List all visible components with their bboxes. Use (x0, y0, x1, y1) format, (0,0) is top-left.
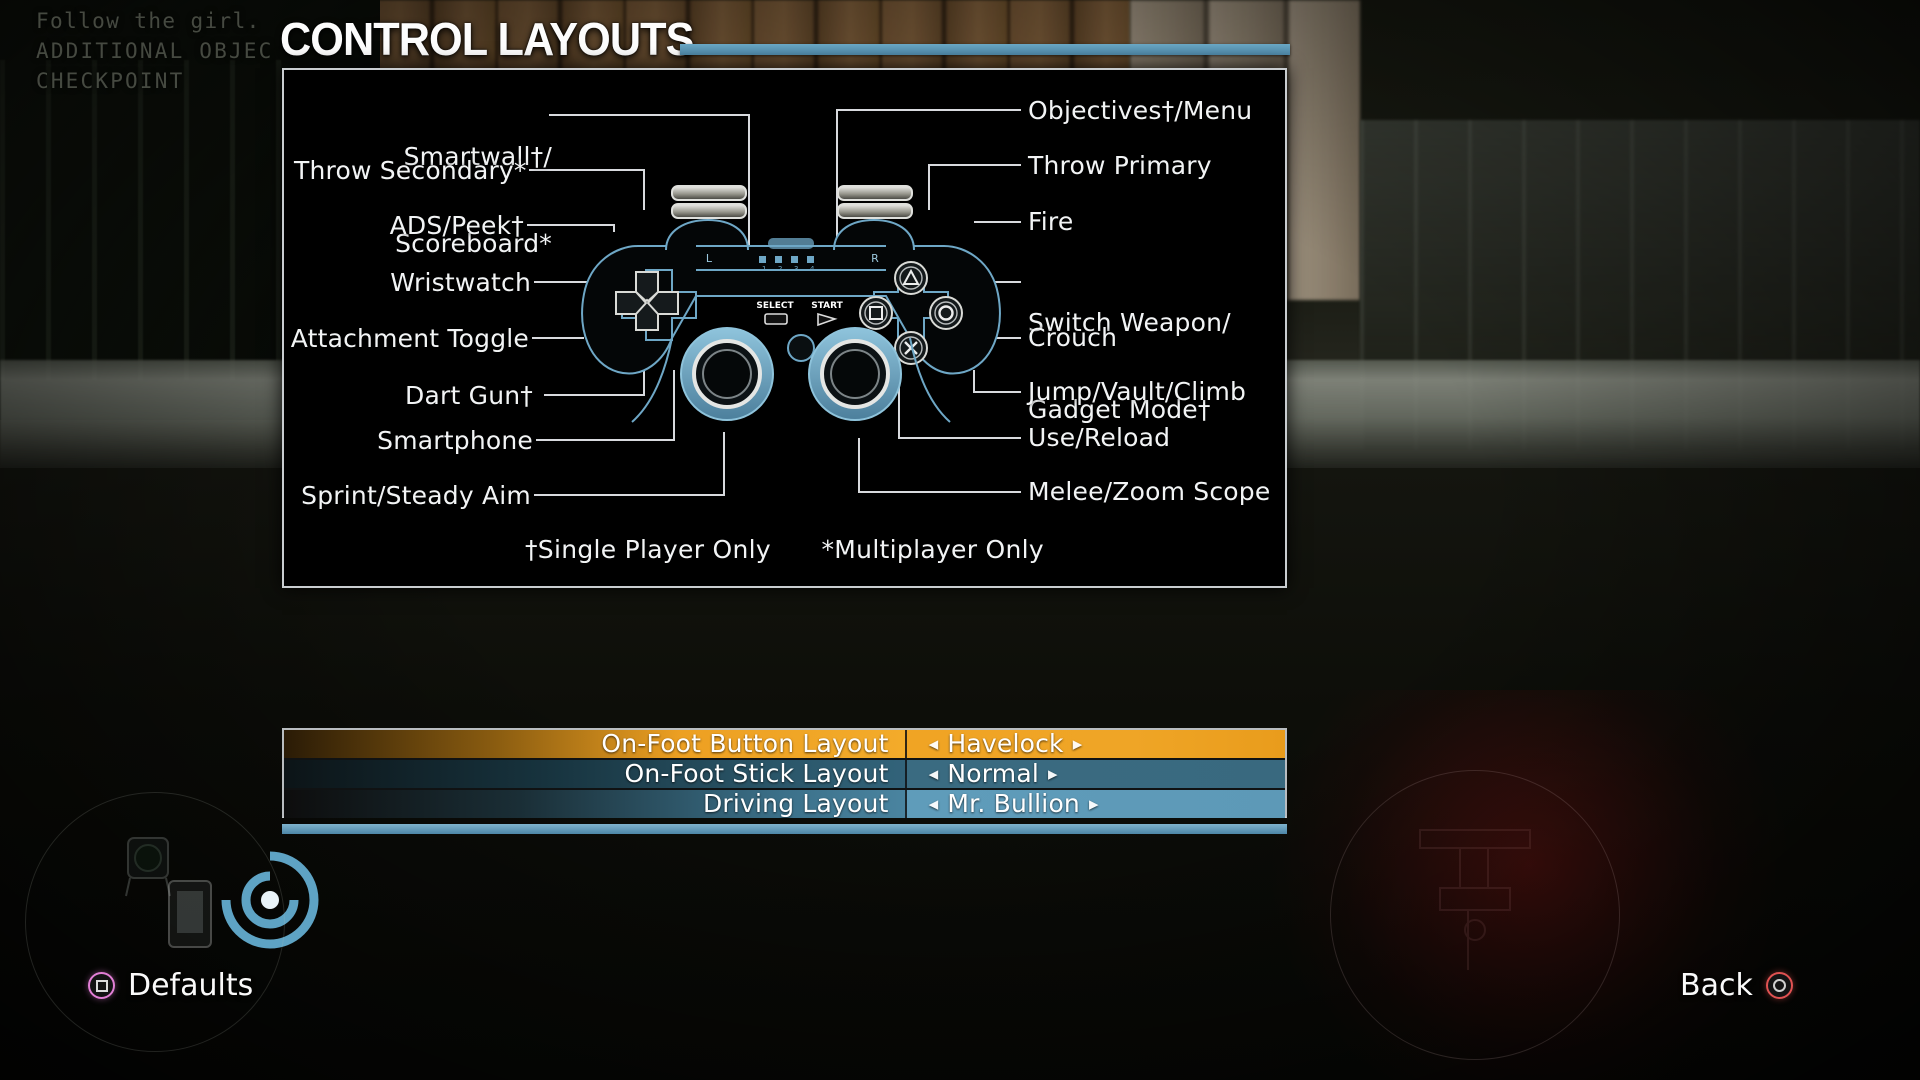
title-accent-bar (680, 44, 1290, 55)
bottom-accent-bar (282, 824, 1287, 834)
smartphone-art (168, 880, 212, 948)
option-label: On-Foot Button Layout (284, 730, 905, 758)
label-jump-vault-climb: Jump/Vault/Climb (1028, 377, 1247, 406)
prev-arrow-icon[interactable]: ◂ (929, 764, 939, 784)
label-crouch: Crouch (1028, 323, 1118, 352)
label-objectives-menu: Objectives†/Menu (1028, 96, 1253, 125)
option-value: Mr. Bullion (947, 789, 1080, 818)
label-attachment-toggle: Attachment Toggle (290, 324, 529, 353)
back-hint[interactable]: Back (1680, 968, 1793, 1003)
back-label: Back (1680, 968, 1753, 1003)
option-value: Havelock (947, 729, 1064, 758)
hud-checkpoint: CHECKPOINT (36, 69, 185, 93)
option-row-on-foot-stick-layout[interactable]: On-Foot Stick Layout ◂ Normal ▸ (284, 760, 1285, 788)
next-arrow-icon[interactable]: ▸ (1048, 764, 1058, 784)
option-label: On-Foot Stick Layout (284, 760, 905, 788)
circle-button-icon (1765, 972, 1793, 999)
svg-text:R: R (871, 252, 879, 265)
background-window-bars (0, 60, 300, 380)
svg-text:4: 4 (810, 265, 815, 273)
option-label: Driving Layout (284, 790, 905, 818)
option-value-stepper[interactable]: ◂ Havelock ▸ (904, 729, 1285, 758)
label-use-reload: Use/Reload (1028, 423, 1171, 452)
next-arrow-icon[interactable]: ▸ (1089, 794, 1099, 814)
svg-text:1: 1 (762, 265, 766, 273)
option-row-driving-layout[interactable]: Driving Layout ◂ Mr. Bullion ▸ (284, 790, 1285, 818)
option-value: Normal (947, 759, 1040, 788)
label-throw-secondary: Throw Secondary* (294, 156, 527, 185)
option-value-stepper[interactable]: ◂ Mr. Bullion ▸ (904, 789, 1285, 818)
square-button-icon (88, 972, 115, 999)
page-title: CONTROL LAYOUTS (280, 13, 694, 65)
footnote-single-player: †Single Player Only (524, 535, 771, 564)
controller-diagram-panel: L R 1 2 3 4 SELECT START Smartwall†/ Score… (282, 68, 1287, 588)
label-dart-gun: Dart Gun† (405, 381, 533, 410)
prev-arrow-icon[interactable]: ◂ (929, 794, 939, 814)
svg-text:L: L (706, 252, 713, 265)
footnote-multiplayer: *Multiplayer Only (821, 535, 1045, 564)
layout-options-list: On-Foot Button Layout ◂ Havelock ▸ On-Fo… (282, 728, 1287, 818)
svg-text:3: 3 (794, 265, 798, 273)
defaults-hint[interactable]: Defaults (88, 968, 253, 1003)
option-row-on-foot-button-layout[interactable]: On-Foot Button Layout ◂ Havelock ▸ (284, 730, 1285, 758)
hud-objective-line: Follow the girl. (36, 9, 261, 33)
next-arrow-icon[interactable]: ▸ (1073, 734, 1083, 754)
label-throw-primary: Throw Primary (1028, 151, 1212, 180)
defaults-label: Defaults (128, 968, 254, 1003)
dualshock-controller-diagram: L R 1 2 3 4 SELECT START (581, 185, 1001, 423)
option-value-stepper[interactable]: ◂ Normal ▸ (904, 759, 1285, 788)
svg-text:START: START (811, 301, 843, 311)
label-sprint-steady-aim: Sprint/Steady Aim (301, 481, 531, 510)
label-melee-zoom-scope: Melee/Zoom Scope (1028, 477, 1271, 506)
hud-additional-objective: ADDITIONAL OBJEC (36, 39, 274, 63)
diagram-footnote: †Single Player Only *Multiplayer Only (284, 535, 1285, 564)
label-smartphone: Smartphone (377, 426, 533, 455)
prev-arrow-icon[interactable]: ◂ (929, 734, 939, 754)
label-ads-peek: ADS/Peek† (389, 211, 524, 240)
label-fire: Fire (1028, 207, 1074, 236)
label-wristwatch: Wristwatch (390, 268, 531, 297)
svg-text:SELECT: SELECT (756, 301, 794, 311)
objective-hud: Follow the girl. ADDITIONAL OBJEC CHECKP… (36, 6, 274, 96)
page-header: CONTROL LAYOUTS (280, 13, 1290, 68)
weapon-art (1419, 829, 1531, 970)
svg-text:2: 2 (778, 265, 782, 273)
